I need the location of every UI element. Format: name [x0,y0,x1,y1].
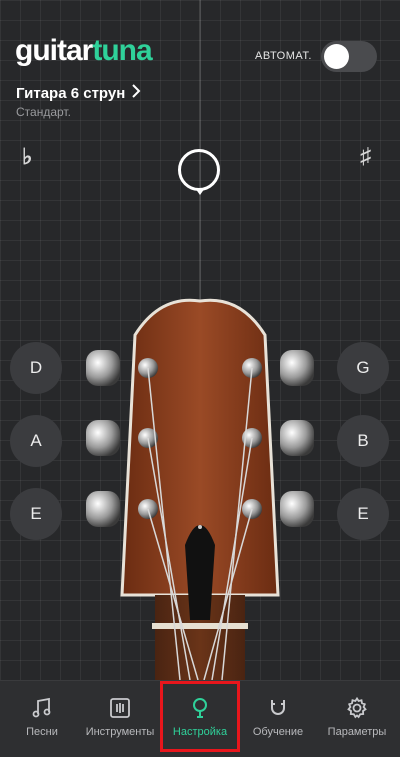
guitar-headstock-image [86,298,314,680]
gear-icon [344,695,370,721]
active-tab-highlight [160,681,240,752]
auto-mode-label: АВТОМАТ. [255,50,312,62]
tab-songs[interactable]: Песни [2,681,82,757]
string-button-b[interactable]: B [337,415,389,467]
tuning-name: Стандарт. [16,105,71,119]
app-logo: guitartuna [15,34,153,67]
flat-icon: ♭ [22,144,33,169]
toggle-knob [324,44,349,69]
sharp-icon: ♯ [360,143,371,168]
chord-chart-icon [107,695,133,721]
tab-instruments-label: Инструменты [85,726,155,738]
string-button-a[interactable]: A [10,415,62,467]
tab-settings[interactable]: Параметры [316,681,398,757]
tab-settings-label: Параметры [327,726,387,738]
string-button-g[interactable]: G [337,342,389,394]
tab-instruments[interactable]: Инструменты [80,681,160,757]
tuner-needle-indicator [178,149,220,191]
tab-songs-label: Песни [26,726,58,738]
tab-learning[interactable]: Обучение [238,681,318,757]
auto-mode-toggle[interactable] [321,41,377,72]
string-button-high-e[interactable]: E [337,488,389,540]
tab-learning-label: Обучение [252,726,304,738]
chevron-right-icon [131,84,141,102]
music-note-icon [29,695,55,721]
instrument-name: Гитара 6 струн [16,84,126,102]
magnet-icon [265,695,291,721]
string-button-low-e[interactable]: E [10,488,62,540]
tuner-needle-tip [195,188,205,195]
instrument-selector[interactable]: Гитара 6 струн [16,84,141,102]
string-button-d[interactable]: D [10,342,62,394]
